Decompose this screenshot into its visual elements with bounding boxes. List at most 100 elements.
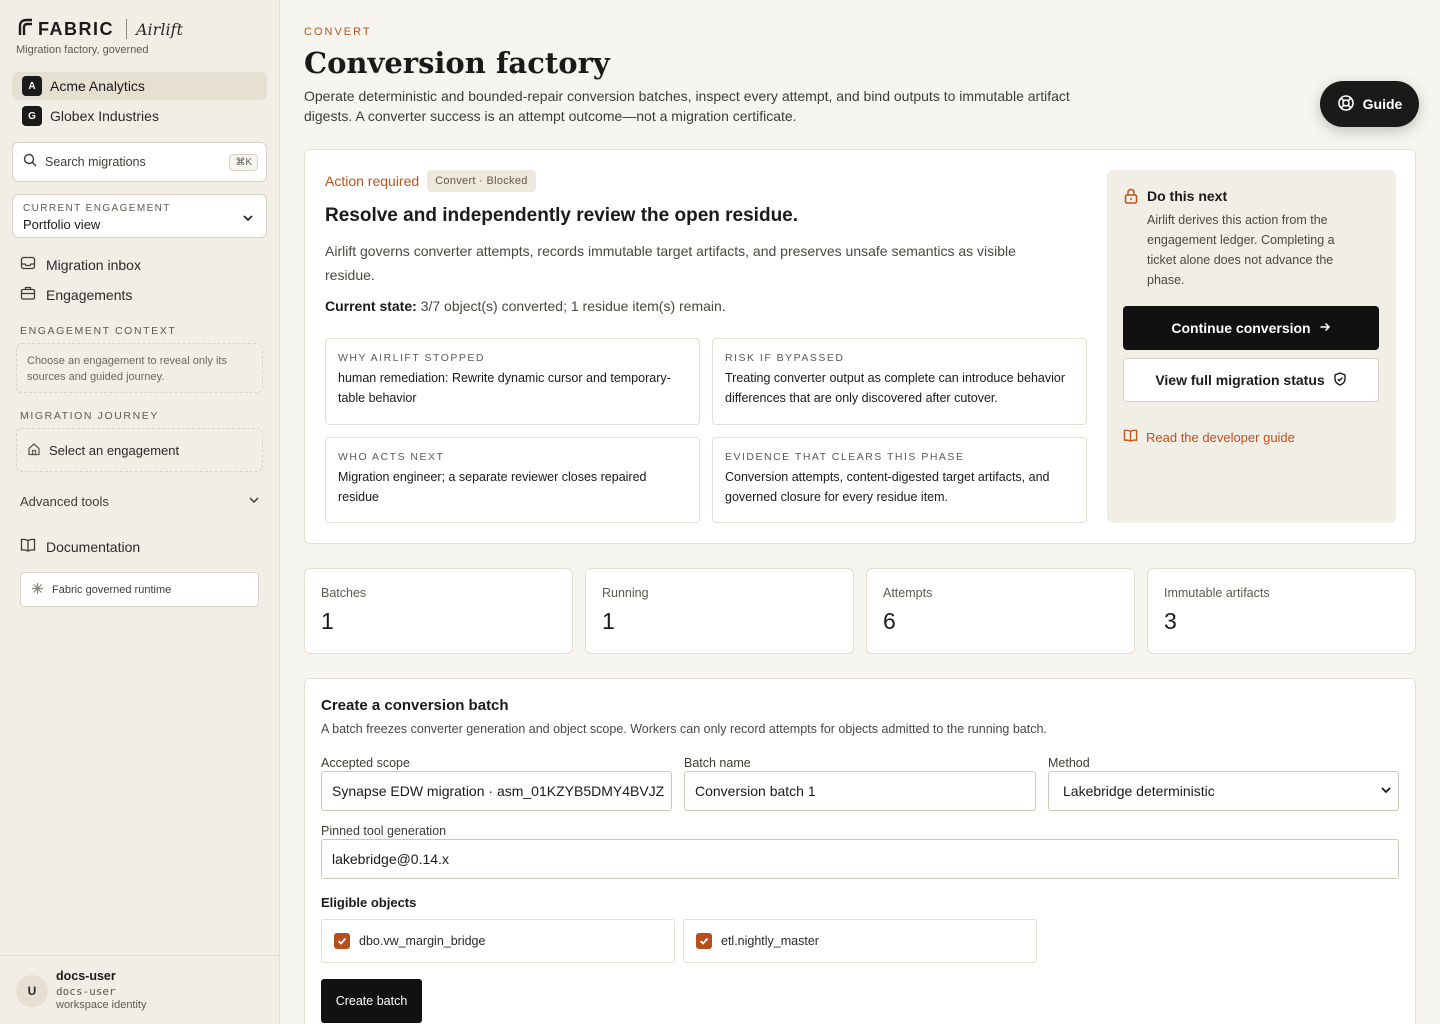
view-migration-status-button[interactable]: View full migration status xyxy=(1123,358,1379,402)
developer-guide-link[interactable]: Read the developer guide xyxy=(1123,428,1295,446)
batch-name-label: Batch name xyxy=(684,756,751,770)
org-name: Acme Analytics xyxy=(50,78,145,94)
tool-generation-field[interactable]: lakebridge@0.14.x xyxy=(321,839,1399,879)
page-title: Conversion factory xyxy=(304,46,610,80)
product-name: Airlift xyxy=(136,19,183,39)
link-label: Read the developer guide xyxy=(1146,429,1295,445)
migration-journey-box: Select an engagement xyxy=(16,428,263,472)
form-title: Create a conversion batch xyxy=(321,697,509,714)
brand[interactable]: FABRIC Airlift xyxy=(18,18,183,40)
user-profile[interactable]: U docs-user docs-user workspace identity xyxy=(0,955,279,1024)
eligible-object-item[interactable]: etl.nightly_master xyxy=(683,919,1037,963)
info-text: Treating converter output as complete ca… xyxy=(725,371,1066,405)
chevron-down-icon xyxy=(242,211,254,229)
guide-label: Guide xyxy=(1362,96,1403,112)
info-text: Conversion attempts, content-digested ta… xyxy=(725,470,1050,504)
info-label: RISK IF BYPASSED xyxy=(725,352,845,364)
engagement-selector[interactable]: CURRENT ENGAGEMENT Portfolio view xyxy=(12,194,267,238)
info-text: Migration engineer; a separate reviewer … xyxy=(338,470,647,504)
book-icon xyxy=(20,537,46,556)
evidence-box: EVIDENCE THAT CLEARS THIS PHASE Conversi… xyxy=(712,437,1087,523)
fabric-logo-icon xyxy=(18,18,34,41)
runtime-label: Fabric governed runtime xyxy=(52,583,172,596)
stat-card-artifacts: Immutable artifacts 3 xyxy=(1147,568,1416,654)
search-icon xyxy=(23,153,37,172)
guide-button[interactable]: Guide xyxy=(1320,81,1419,127)
nav-migration-inbox[interactable]: Migration inbox xyxy=(20,255,141,274)
continue-conversion-button[interactable]: Continue conversion xyxy=(1123,306,1379,350)
stat-label: Batches xyxy=(321,586,367,600)
batch-name-field[interactable]: Conversion batch 1 xyxy=(684,771,1036,811)
sidebar: FABRIC Airlift Migration factory, govern… xyxy=(0,0,280,1024)
page-eyebrow: CONVERT xyxy=(304,26,372,38)
user-name: docs-user xyxy=(56,969,116,983)
risk-box: RISK IF BYPASSED Treating converter outp… xyxy=(712,338,1087,425)
advanced-tools-label: Advanced tools xyxy=(20,494,109,509)
brand-name: FABRIC xyxy=(38,18,114,39)
button-label: View full migration status xyxy=(1155,372,1325,388)
method-value: Lakebridge deterministic xyxy=(1063,783,1215,799)
nav-label: Migration inbox xyxy=(46,256,141,273)
method-select[interactable]: Lakebridge deterministic xyxy=(1048,771,1399,811)
stat-value: 1 xyxy=(602,608,615,634)
home-icon xyxy=(27,442,49,459)
chevron-down-icon xyxy=(248,494,260,509)
engagement-context-label: ENGAGEMENT CONTEXT xyxy=(20,325,177,337)
nav-documentation[interactable]: Documentation xyxy=(20,537,140,556)
info-label: EVIDENCE THAT CLEARS THIS PHASE xyxy=(725,451,965,463)
page-description: Operate deterministic and bounded-repair… xyxy=(304,88,1070,124)
org-item-acme[interactable]: A Acme Analytics xyxy=(12,72,267,100)
advanced-tools-toggle[interactable]: Advanced tools xyxy=(20,494,260,509)
engagement-label: CURRENT ENGAGEMENT xyxy=(23,203,171,214)
status-badge: Convert · Blocked xyxy=(427,170,536,192)
scope-label: Accepted scope xyxy=(321,756,410,770)
info-text: human remediation: Rewrite dynamic curso… xyxy=(338,371,671,405)
briefcase-icon xyxy=(20,285,46,304)
org-item-globex[interactable]: G Globex Industries xyxy=(12,102,267,130)
who-acts-box: WHO ACTS NEXT Migration engineer; a sepa… xyxy=(325,437,700,523)
current-state-label: Current state: xyxy=(325,298,417,314)
method-label: Method xyxy=(1048,756,1090,770)
book-icon xyxy=(1123,428,1146,446)
chevron-down-icon xyxy=(1380,783,1392,799)
nav-engagements[interactable]: Engagements xyxy=(20,285,132,304)
user-identity: workspace identity xyxy=(56,999,147,1011)
checkbox-checked-icon[interactable] xyxy=(696,933,712,949)
action-required-card: Action required Convert · Blocked Resolv… xyxy=(304,149,1416,544)
next-title: Do this next xyxy=(1147,188,1228,204)
checkbox-checked-icon[interactable] xyxy=(334,933,350,949)
arrow-right-icon xyxy=(1311,320,1331,336)
nav-label: Engagements xyxy=(46,286,133,303)
journey-item[interactable]: Select an engagement xyxy=(17,429,262,471)
stat-value: 3 xyxy=(1164,608,1177,634)
eligible-objects-label: Eligible objects xyxy=(321,895,417,910)
eligible-object-item[interactable]: dbo.vw_margin_bridge xyxy=(321,919,675,963)
object-name: dbo.vw_margin_bridge xyxy=(359,934,486,948)
nav-label: Documentation xyxy=(46,538,141,555)
create-batch-form: Create a conversion batch A batch freeze… xyxy=(304,678,1416,1024)
do-this-next-panel: Do this next Airlift derives this action… xyxy=(1107,170,1396,523)
runtime-icon xyxy=(31,582,52,598)
org-badge: G xyxy=(22,106,42,126)
engagement-context-box: Choose an engagement to reveal only its … xyxy=(16,343,263,393)
tagline: Migration factory, governed xyxy=(16,44,149,56)
action-required-label: Action required xyxy=(325,173,420,189)
user-handle: docs-user xyxy=(56,985,116,998)
avatar: U xyxy=(16,975,48,1007)
stat-card-batches: Batches 1 xyxy=(304,568,573,654)
create-batch-button[interactable]: Create batch xyxy=(321,979,422,1023)
search-input[interactable]: Search migrations ⌘K xyxy=(12,142,267,182)
button-label: Continue conversion xyxy=(1171,320,1311,336)
org-badge: A xyxy=(22,76,42,96)
runtime-badge: Fabric governed runtime xyxy=(20,572,259,607)
stat-label: Immutable artifacts xyxy=(1164,586,1270,600)
journey-item-label: Select an engagement xyxy=(49,442,180,458)
next-description: Airlift derives this action from the eng… xyxy=(1147,213,1335,287)
object-name: etl.nightly_master xyxy=(721,934,819,948)
current-state: Current state: 3/7 object(s) converted; … xyxy=(325,298,726,314)
lock-icon xyxy=(1123,188,1139,209)
stat-card-attempts: Attempts 6 xyxy=(866,568,1135,654)
engagement-value: Portfolio view xyxy=(23,217,101,232)
form-description: A batch freezes converter generation and… xyxy=(321,722,1047,736)
accepted-scope-field[interactable]: Synapse EDW migration · asm_01KZYB5DMY4B… xyxy=(321,771,672,811)
